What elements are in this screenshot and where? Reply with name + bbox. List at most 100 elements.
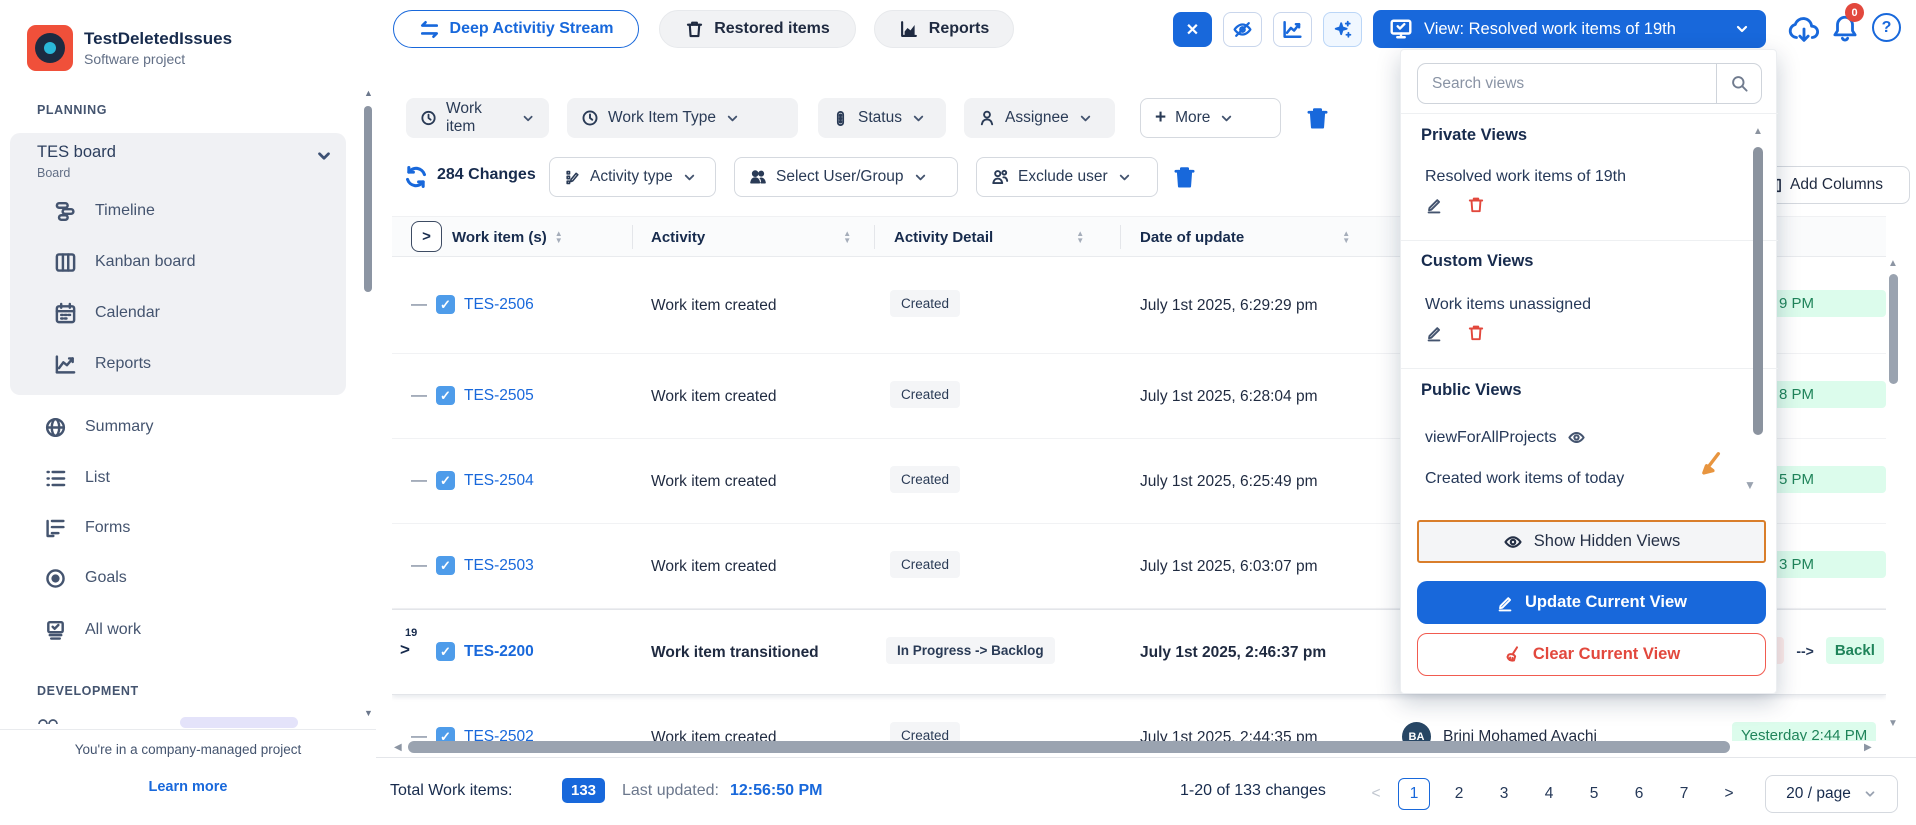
chevron-down-icon[interactable] — [315, 147, 333, 165]
page-size-select[interactable]: 20 / page — [1765, 775, 1898, 813]
search-views-box[interactable] — [1417, 63, 1762, 104]
row-checkbox[interactable]: ✓ — [436, 727, 455, 741]
table-scroll-right-icon[interactable]: ▶ — [1864, 742, 1872, 753]
filter-more[interactable]: + More — [1140, 98, 1281, 138]
ai-sparkles-button[interactable] — [1323, 12, 1362, 47]
reports-button[interactable]: Reports — [874, 10, 1014, 48]
learn-more-link[interactable]: Learn more — [0, 779, 376, 795]
chevron-down-icon — [1219, 111, 1234, 126]
hide-views-button[interactable] — [1223, 12, 1262, 47]
pagination-page-4[interactable]: 4 — [1533, 778, 1565, 810]
column-header-work-item[interactable]: Work item (s) ▲▼ — [452, 217, 563, 257]
sidebar-item-goals[interactable]: Goals — [0, 556, 336, 600]
column-header-activity-detail[interactable]: Activity Detail ▲▼ — [894, 217, 1084, 257]
table-row[interactable]: — ✓ TES-2502 Work item created Created J… — [392, 695, 1886, 741]
row-checkbox[interactable]: ✓ — [436, 386, 455, 405]
pagination-page-2[interactable]: 2 — [1443, 778, 1475, 810]
table-scroll-down-icon[interactable]: ▼ — [1888, 718, 1898, 729]
view-item[interactable]: viewForAllProjects — [1425, 428, 1586, 447]
sidebar-item-timeline[interactable]: Timeline — [10, 189, 346, 233]
panel-scroll-up-icon[interactable]: ▲ — [1753, 126, 1763, 137]
sidebar-item-kanban-board[interactable]: Kanban board — [10, 240, 346, 284]
view-item[interactable]: Resolved work items of 19th — [1425, 168, 1626, 186]
help-button[interactable]: ? — [1872, 13, 1901, 42]
pagination-page-5[interactable]: 5 — [1578, 778, 1610, 810]
pagination-prev[interactable]: < — [1360, 778, 1392, 810]
eye-icon[interactable] — [1567, 428, 1586, 447]
export-cloud-button[interactable] — [1787, 13, 1821, 45]
collapse-toggle[interactable]: — — [411, 472, 427, 490]
edit-view-button[interactable] — [1425, 196, 1443, 214]
delete-view-button[interactable] — [1467, 196, 1485, 214]
sidebar-item-calendar[interactable]: Calendar — [10, 291, 346, 335]
collapse-toggle[interactable]: — — [411, 728, 427, 741]
filter-assignee[interactable]: Assignee — [964, 98, 1115, 138]
view-selector-button[interactable]: View: Resolved work items of 19th — [1373, 10, 1766, 48]
sort-icon[interactable]: ▲▼ — [1342, 230, 1350, 244]
refresh-button[interactable] — [403, 164, 429, 190]
row-checkbox[interactable]: ✓ — [436, 642, 455, 661]
filter-status[interactable]: Status — [818, 98, 946, 138]
sidebar-scrollbar-thumb[interactable] — [364, 106, 372, 292]
pagination-page-3[interactable]: 3 — [1488, 778, 1520, 810]
filter-work-item-type[interactable]: Work Item Type — [567, 98, 798, 138]
row-checkbox[interactable]: ✓ — [436, 556, 455, 575]
sort-icon[interactable]: ▲▼ — [843, 230, 851, 244]
clear-current-view-button[interactable]: Clear Current View — [1417, 633, 1766, 676]
work-item-link[interactable]: TES-2200 — [464, 643, 534, 661]
restored-items-button[interactable]: Restored items — [659, 10, 856, 48]
view-item[interactable]: Work items unassigned — [1425, 296, 1591, 314]
sidebar-item-list[interactable]: List — [0, 456, 336, 500]
update-current-view-button[interactable]: Update Current View — [1417, 581, 1766, 624]
table-horizontal-scrollbar-thumb[interactable] — [408, 741, 1730, 753]
close-stream-button[interactable]: ✕ — [1173, 12, 1212, 47]
table-scroll-up-icon[interactable]: ▲ — [1888, 258, 1898, 269]
expand-all-button[interactable]: > — [411, 221, 442, 252]
sort-icon[interactable]: ▲▼ — [1076, 230, 1084, 244]
column-header-date-of-update[interactable]: Date of update ▲▼ — [1140, 217, 1350, 257]
table-vertical-scrollbar-thumb[interactable] — [1889, 274, 1898, 384]
deep-activity-stream-button[interactable]: Deep Activitiy Stream — [393, 10, 639, 48]
sidebar-scroll-up-icon[interactable]: ▲ — [364, 88, 373, 98]
pagination-page-6[interactable]: 6 — [1623, 778, 1655, 810]
search-button[interactable] — [1717, 74, 1761, 93]
show-hidden-views-button[interactable]: Show Hidden Views — [1417, 520, 1766, 563]
pagination-next[interactable]: > — [1713, 778, 1745, 810]
work-item-link[interactable]: TES-2506 — [464, 296, 534, 314]
work-item-link[interactable]: TES-2504 — [464, 472, 534, 490]
collapse-toggle[interactable]: — — [411, 387, 427, 405]
panel-scroll-down-icon[interactable]: ▼ — [1744, 478, 1756, 492]
sidebar-scroll-down-icon[interactable]: ▼ — [364, 708, 373, 718]
clear-activity-filters-button[interactable] — [1172, 165, 1197, 190]
collapse-toggle[interactable]: — — [411, 296, 427, 314]
filter-exclude-user[interactable]: Exclude user — [976, 157, 1158, 197]
search-views-input[interactable] — [1418, 75, 1716, 93]
collapse-toggle[interactable]: — — [411, 557, 427, 575]
clear-filters-button[interactable] — [1305, 106, 1330, 131]
pagination-page-1[interactable]: 1 — [1398, 778, 1430, 810]
board-group-title[interactable]: TES board — [37, 143, 116, 162]
pagination-page-7[interactable]: 7 — [1668, 778, 1700, 810]
view-item[interactable]: Created work items of today — [1425, 470, 1624, 488]
sidebar-item-forms[interactable]: Forms — [0, 506, 336, 550]
column-header-activity[interactable]: Activity ▲▼ — [651, 217, 851, 257]
activity-cell: Work item transitioned — [651, 644, 819, 662]
edit-view-button[interactable] — [1425, 324, 1443, 342]
work-item-link[interactable]: TES-2505 — [464, 387, 534, 405]
sidebar-item-summary[interactable]: Summary — [0, 405, 336, 449]
trend-chart-button[interactable] — [1273, 12, 1312, 47]
delete-view-button[interactable] — [1467, 324, 1485, 342]
expander-chevron[interactable]: > — [400, 640, 410, 660]
table-scroll-left-icon[interactable]: ◀ — [394, 742, 402, 753]
sidebar-item-all-work[interactable]: All work — [0, 608, 336, 652]
row-checkbox[interactable]: ✓ — [436, 471, 455, 490]
work-item-link[interactable]: TES-2503 — [464, 557, 534, 575]
filter-work-item[interactable]: Work item — [406, 98, 549, 138]
panel-scrollbar-thumb[interactable] — [1753, 147, 1763, 435]
sort-icon[interactable]: ▲▼ — [555, 230, 563, 244]
sidebar-item-reports[interactable]: Reports — [10, 342, 346, 386]
filter-activity-type[interactable]: Activity type — [549, 157, 716, 197]
row-checkbox[interactable]: ✓ — [436, 295, 455, 314]
work-item-link[interactable]: TES-2502 — [464, 728, 534, 742]
filter-select-user-group[interactable]: Select User/Group — [734, 157, 958, 197]
